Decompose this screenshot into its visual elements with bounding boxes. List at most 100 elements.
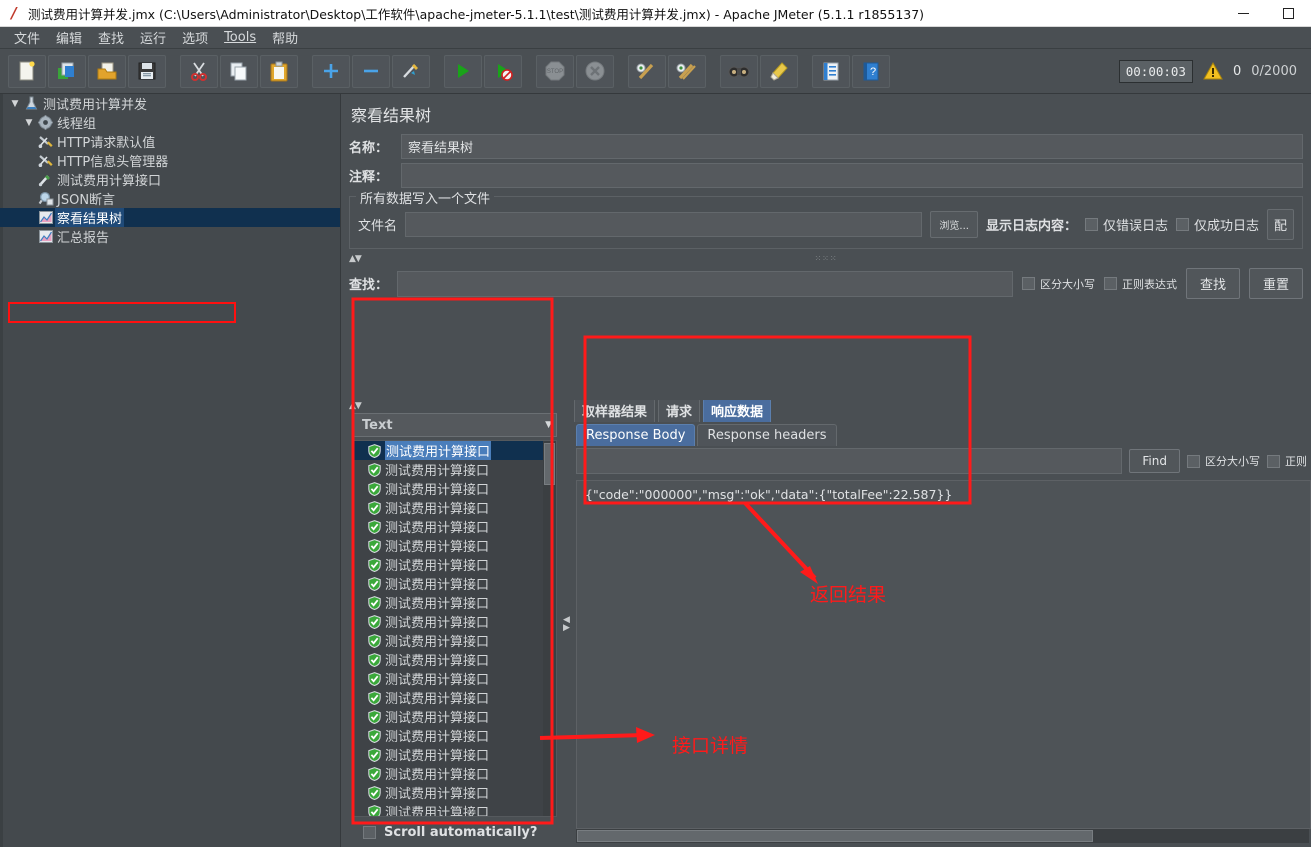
detail-horizontal-scrollbar-thumb[interactable] (577, 830, 1093, 842)
search-case-checkbox-group[interactable]: 区分大小写 (1021, 276, 1095, 292)
tree-item-summary-report[interactable]: 汇总报告 (0, 227, 340, 246)
search-regex-checkbox-group[interactable]: 正则表达式 (1103, 276, 1177, 292)
menu-run[interactable]: 运行 (132, 26, 174, 49)
result-list-item[interactable]: 测试费用计算接口 (354, 555, 556, 574)
result-list-item[interactable]: 测试费用计算接口 (354, 802, 556, 816)
result-list-item[interactable]: 测试费用计算接口 (354, 460, 556, 479)
expand-all-button[interactable] (312, 54, 350, 88)
subtab-response-headers[interactable]: Response headers (697, 424, 837, 446)
error-only-checkbox-group[interactable]: 仅错误日志 (1084, 215, 1168, 234)
result-list-item[interactable]: 测试费用计算接口 (354, 479, 556, 498)
result-list-item[interactable]: 测试费用计算接口 (354, 593, 556, 612)
detail-regex-checkbox-group[interactable]: 正则 (1267, 453, 1307, 469)
collapse-all-button[interactable] (352, 54, 390, 88)
result-list-item[interactable]: 测试费用计算接口 (354, 498, 556, 517)
minimize-button[interactable] (1221, 0, 1266, 27)
copy-button[interactable] (220, 54, 258, 88)
name-input[interactable]: 察看结果树 (401, 134, 1303, 159)
subtab-response-body[interactable]: Response Body (576, 424, 696, 446)
renderer-select[interactable]: Text ▼ (353, 413, 557, 437)
browse-button[interactable]: 浏览... (930, 211, 978, 238)
results-splitter-arrows-icon[interactable]: ▲▼ (349, 401, 362, 411)
scroll-automatically-row[interactable]: Scroll automatically? (349, 817, 561, 847)
detail-case-sensitive-checkbox[interactable] (1187, 454, 1200, 468)
tab-response-data[interactable]: 响应数据 (703, 400, 772, 422)
menu-help[interactable]: 帮助 (264, 26, 306, 49)
detail-case-checkbox-group[interactable]: 区分大小写 (1187, 453, 1260, 469)
start-button[interactable] (444, 54, 482, 88)
result-list-item[interactable]: 测试费用计算接口 (354, 441, 556, 460)
shutdown-button[interactable] (576, 54, 614, 88)
result-list-item[interactable]: 测试费用计算接口 (354, 726, 556, 745)
paste-button[interactable] (260, 54, 298, 88)
vertical-splitter[interactable]: ◀ ▶ (561, 400, 572, 847)
response-body-view[interactable]: {"code":"000000","msg":"ok","data":{"tot… (576, 480, 1311, 829)
tree-twisty-test-plan[interactable]: ▼ (8, 99, 22, 109)
new-test-plan-button[interactable] (8, 54, 46, 88)
tree-item-thread-group[interactable]: ▼ 线程组 (0, 113, 340, 132)
tab-request[interactable]: 请求 (658, 400, 701, 422)
result-list-item[interactable]: 测试费用计算接口 (354, 612, 556, 631)
results-list-scrollbar[interactable] (543, 441, 556, 816)
tree-item-http-header-manager[interactable]: HTTP信息头管理器 (0, 151, 340, 170)
start-no-pauses-button[interactable] (484, 54, 522, 88)
detail-horizontal-scrollbar[interactable] (576, 829, 1309, 843)
results-list-scrollbar-thumb[interactable] (544, 443, 555, 485)
error-only-checkbox[interactable] (1084, 218, 1098, 231)
help-button[interactable]: ? (852, 54, 890, 88)
splitter-right-arrow-icon[interactable]: ▶ (563, 623, 570, 632)
result-list-item[interactable]: 测试费用计算接口 (354, 536, 556, 555)
tab-sampler-result[interactable]: 取样器结果 (574, 400, 656, 422)
clear-button[interactable] (628, 54, 666, 88)
splitter-grip-icon[interactable]: ⁙⁙⁙ (814, 254, 837, 263)
result-list-item[interactable]: 测试费用计算接口 (354, 650, 556, 669)
clear-all-button[interactable] (668, 54, 706, 88)
search-find-button[interactable]: 查找 (1185, 268, 1240, 299)
file-group-splitter[interactable]: ▲▼ ⁙⁙⁙ (349, 253, 1303, 264)
toggle-pencil-button[interactable] (392, 54, 430, 88)
menu-file[interactable]: 文件 (6, 26, 48, 49)
tree-item-json-assertion[interactable]: JSON断言 (0, 189, 340, 208)
result-list-item[interactable]: 测试费用计算接口 (354, 783, 556, 802)
test-plan-tree[interactable]: ▼ 测试费用计算并发 ▼ 线程组 HTTP请求默认值 HTTP信息头管理器 测试… (0, 94, 341, 847)
cut-button[interactable] (180, 54, 218, 88)
warning-triangle-icon[interactable] (1203, 62, 1223, 80)
maximize-button[interactable] (1266, 0, 1311, 27)
search-case-sensitive-checkbox[interactable] (1021, 277, 1035, 290)
result-list-item[interactable]: 测试费用计算接口 (354, 745, 556, 764)
function-helper-button[interactable] (812, 54, 850, 88)
results-list[interactable]: 测试费用计算接口 测试费用计算接口 测试费用计算接口 测试费用计算接口 测试费用计算接口… (353, 440, 557, 817)
menu-tools[interactable]: Tools (216, 28, 264, 47)
tree-item-http-defaults[interactable]: HTTP请求默认值 (0, 132, 340, 151)
menu-options[interactable]: 选项 (174, 26, 216, 49)
detail-regex-checkbox[interactable] (1267, 454, 1280, 468)
menu-edit[interactable]: 编辑 (48, 26, 90, 49)
stop-button[interactable]: STOP (536, 54, 574, 88)
result-list-item[interactable]: 测试费用计算接口 (354, 631, 556, 650)
detail-find-input[interactable] (576, 448, 1123, 474)
search-reset-button[interactable]: 重置 (1248, 268, 1303, 299)
result-list-item[interactable]: 测试费用计算接口 (354, 517, 556, 536)
menu-search[interactable]: 查找 (90, 26, 132, 49)
filename-input[interactable] (405, 212, 923, 237)
tree-item-view-results-tree[interactable]: 察看结果树 (0, 208, 340, 227)
binoculars-search-button[interactable] (720, 54, 758, 88)
search-regex-checkbox[interactable] (1103, 277, 1117, 290)
result-list-item[interactable]: 测试费用计算接口 (354, 669, 556, 688)
search-reset-button[interactable] (760, 54, 798, 88)
splitter-arrows-icon[interactable]: ▲▼ (349, 254, 362, 264)
result-list-item[interactable]: 测试费用计算接口 (354, 764, 556, 783)
tree-item-sampler[interactable]: 测试费用计算接口 (0, 170, 340, 189)
scroll-automatically-checkbox[interactable] (363, 825, 376, 839)
tree-twisty-thread-group[interactable]: ▼ (22, 118, 36, 128)
comment-input[interactable] (401, 163, 1303, 188)
success-only-checkbox-group[interactable]: 仅成功日志 (1175, 215, 1259, 234)
results-top-splitter[interactable]: ▲▼ (349, 400, 561, 411)
tree-item-test-plan[interactable]: ▼ 测试费用计算并发 (0, 94, 340, 113)
open-folder-button[interactable] (88, 54, 126, 88)
templates-button[interactable] (48, 54, 86, 88)
save-button[interactable] (128, 54, 166, 88)
configure-button[interactable]: 配 (1266, 209, 1294, 240)
result-list-item[interactable]: 测试费用计算接口 (354, 688, 556, 707)
result-list-item[interactable]: 测试费用计算接口 (354, 707, 556, 726)
